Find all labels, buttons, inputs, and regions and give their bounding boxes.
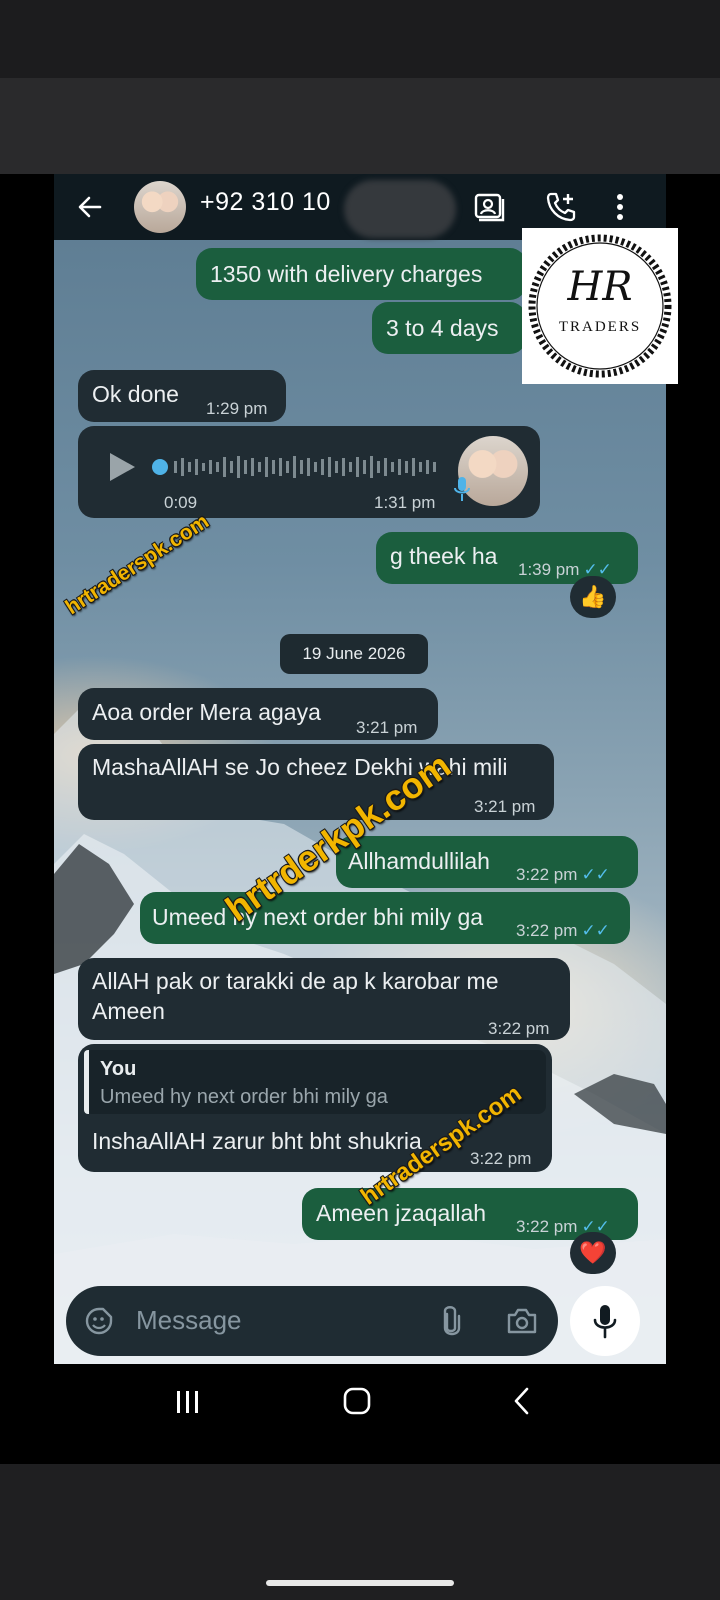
message-time: 3:22 pm ✓✓ bbox=[516, 860, 610, 890]
nav-back-icon[interactable] bbox=[512, 1386, 532, 1416]
read-ticks-icon: ✓✓ bbox=[581, 921, 610, 940]
status-bar-area bbox=[0, 0, 720, 78]
message-time: 3:21 pm bbox=[356, 718, 418, 737]
message-text: 1350 with delivery charges bbox=[210, 261, 483, 287]
message-composer[interactable]: Message bbox=[66, 1286, 558, 1356]
quote-author: You bbox=[100, 1058, 137, 1080]
voice-record-button[interactable] bbox=[570, 1286, 640, 1356]
message-text: InshaAllAH zarur bht bht shukria bbox=[92, 1128, 422, 1154]
message-text: Ameen jzaqallah bbox=[316, 1200, 487, 1226]
message-incoming[interactable]: AllAH pak or tarakki de ap k karobar me … bbox=[78, 958, 570, 1040]
message-time-text: 3:22 pm bbox=[516, 921, 578, 940]
contact-avatar[interactable] bbox=[134, 181, 186, 233]
message-incoming[interactable]: MashaAllAH se Jo cheez Dekhi wahi mili 3… bbox=[78, 744, 554, 820]
emoji-sticker-icon[interactable] bbox=[84, 1306, 114, 1336]
microphone-icon bbox=[593, 1305, 617, 1339]
attachment-clip-icon[interactable] bbox=[438, 1304, 464, 1338]
message-text: Allhamdullilah bbox=[348, 848, 490, 874]
video-call-icon[interactable] bbox=[472, 190, 506, 224]
message-text: Aoa order Mera agaya bbox=[92, 699, 321, 725]
contact-number[interactable]: +92 310 10 bbox=[200, 188, 331, 217]
message-time: 1:31 pm bbox=[374, 493, 436, 512]
more-options-icon[interactable] bbox=[610, 190, 630, 224]
message-time: 1:29 pm bbox=[206, 399, 268, 418]
home-icon[interactable] bbox=[342, 1386, 372, 1416]
message-time: 3:22 pm bbox=[470, 1149, 532, 1168]
logo-monogram: HR bbox=[567, 264, 633, 310]
reaction-heart[interactable]: ❤️ bbox=[570, 1232, 616, 1274]
message-time-text: 3:22 pm bbox=[516, 865, 578, 884]
play-icon[interactable] bbox=[106, 450, 138, 484]
message-outgoing[interactable]: 3 to 4 days bbox=[372, 302, 526, 354]
hr-traders-logo: HR TRADERS bbox=[522, 228, 678, 384]
message-text: Ok done bbox=[92, 381, 179, 407]
quote-text: Umeed hy next order bhi mily ga bbox=[100, 1086, 388, 1108]
voice-message[interactable]: 0:09 1:31 pm bbox=[78, 426, 540, 518]
date-divider: 19 June 2026 bbox=[280, 634, 428, 674]
left-frame bbox=[0, 174, 54, 1464]
message-text-line: Ameen bbox=[92, 998, 165, 1024]
audio-waveform[interactable] bbox=[152, 452, 440, 482]
message-incoming[interactable]: Aoa order Mera agaya 3:21 pm bbox=[78, 688, 438, 740]
quote-bar bbox=[84, 1050, 89, 1114]
message-time-text: 1:39 pm bbox=[518, 560, 580, 579]
camera-icon[interactable] bbox=[506, 1306, 538, 1336]
recent-apps-icon[interactable] bbox=[174, 1388, 202, 1416]
logo-name: TRADERS bbox=[558, 319, 642, 335]
message-time: 3:21 pm bbox=[474, 797, 536, 816]
message-outgoing[interactable]: 1350 with delivery charges bbox=[196, 248, 526, 300]
redaction-blur bbox=[344, 180, 456, 238]
read-ticks-icon: ✓✓ bbox=[581, 865, 610, 884]
message-incoming[interactable]: Ok done 1:29 pm bbox=[78, 370, 286, 422]
message-text: 3 to 4 days bbox=[386, 315, 499, 341]
message-outgoing[interactable]: Allhamdullilah 3:22 pm ✓✓ bbox=[336, 836, 638, 888]
message-text: Umeed hy next order bhi mily ga bbox=[152, 904, 484, 930]
home-indicator[interactable] bbox=[266, 1580, 454, 1586]
add-call-icon[interactable] bbox=[544, 190, 578, 224]
message-text: g theek ha bbox=[390, 543, 498, 569]
message-text-line: AllAH pak or tarakki de ap k karobar me bbox=[92, 968, 499, 994]
back-arrow-icon[interactable] bbox=[76, 193, 104, 221]
android-navigation-bar bbox=[54, 1364, 666, 1464]
message-time: 3:22 pm ✓✓ bbox=[516, 916, 610, 946]
voice-mic-icon bbox=[454, 477, 470, 501]
message-time-text: 3:22 pm bbox=[516, 1217, 578, 1236]
message-input[interactable]: Message bbox=[136, 1305, 242, 1336]
top-frame-band bbox=[0, 78, 720, 174]
message-time: 3:22 pm bbox=[488, 1019, 550, 1038]
message-outgoing[interactable]: Umeed hy next order bhi mily ga 3:22 pm ✓… bbox=[140, 892, 630, 944]
reaction-thumbs-up[interactable]: 👍 bbox=[570, 576, 616, 618]
